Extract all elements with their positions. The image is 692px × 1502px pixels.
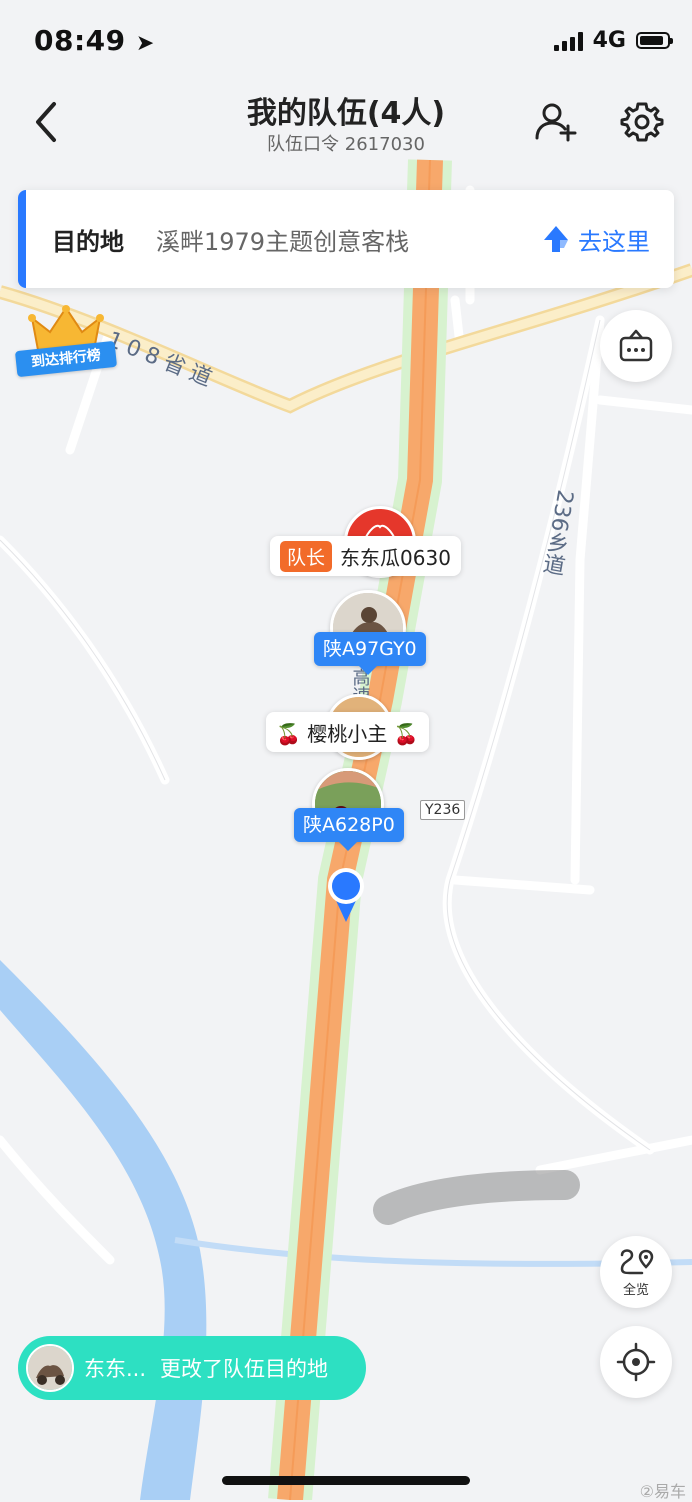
page-title: 我的队伍(4人) <box>246 96 446 131</box>
battery-icon <box>636 32 673 49</box>
my-location-pin-icon <box>328 868 364 922</box>
status-time: 08:49 ➤ <box>34 24 155 57</box>
toast-member-name: 东东... <box>84 1357 147 1381</box>
location-arrow-icon: ➤ <box>135 31 155 56</box>
member-3-name: 🍒 樱桃小主 🍒 <box>276 721 419 746</box>
destination-label: 目的地 <box>52 227 124 256</box>
go-here-label: 去这里 <box>578 227 650 256</box>
crosshair-icon <box>616 1342 656 1382</box>
overview-button[interactable]: 全览 <box>600 1236 672 1308</box>
toast-avatar <box>26 1344 74 1392</box>
gear-icon <box>620 102 664 142</box>
home-indicator[interactable] <box>222 1476 470 1485</box>
arrival-ranking-badge[interactable]: 到达排行榜 <box>14 304 118 388</box>
network-label: 4G <box>592 28 626 53</box>
watermark: ②易车 <box>639 1482 686 1501</box>
leader-name-tag[interactable]: 队长 东东瓜0630 <box>270 536 461 576</box>
add-member-button[interactable] <box>532 98 580 146</box>
destination-name: 溪畔1979主题创意客栈 <box>156 227 410 256</box>
status-indicators: 4G <box>553 28 673 53</box>
battery-level <box>640 36 664 45</box>
team-password: 队伍口令 2617030 <box>267 134 425 155</box>
team-chat-button[interactable] <box>600 310 672 382</box>
toast-message: 更改了队伍目的地 <box>160 1357 329 1381</box>
team-update-toast[interactable]: 东东... 更改了队伍目的地 <box>18 1336 366 1400</box>
member-2-plate[interactable]: 陕A97GY0 <box>314 632 426 666</box>
member-4-pointer <box>338 841 358 851</box>
member-3-name-tag[interactable]: 🍒 樱桃小主 🍒 <box>266 712 429 752</box>
member-4-plate[interactable]: 陕A628P0 <box>294 808 404 842</box>
member-2-pointer <box>358 665 378 675</box>
settings-button[interactable] <box>618 98 666 146</box>
add-user-icon <box>535 103 577 142</box>
destination-accent-bar <box>18 190 26 288</box>
navigate-arrow-icon <box>544 226 568 252</box>
route-overview-icon <box>620 1248 654 1274</box>
signal-icon <box>553 31 583 51</box>
locate-me-button[interactable] <box>600 1326 672 1398</box>
leader-badge: 队长 <box>280 540 333 572</box>
destination-card[interactable]: 目的地 溪畔1979主题创意客栈 去这里 <box>18 190 674 288</box>
leader-name: 东东瓜0630 <box>340 545 451 570</box>
road-sign-y236: Y236 <box>420 800 466 820</box>
go-here-button[interactable]: 去这里 <box>542 222 650 257</box>
toast-avatar-image <box>28 1346 72 1390</box>
chat-speaker-icon <box>619 329 653 362</box>
overview-label: 全览 <box>622 1282 649 1298</box>
